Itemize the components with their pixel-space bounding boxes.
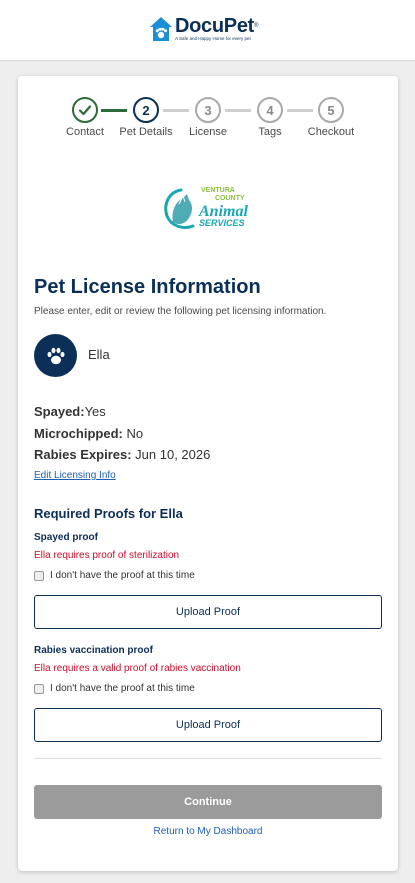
- step-connector: [225, 109, 251, 112]
- checkmark-icon: [78, 105, 92, 116]
- spayed-proof-requirement: Ella requires proof of sterilization: [34, 550, 180, 561]
- step-checkout-circle: 5: [318, 97, 344, 123]
- step-connector: [101, 109, 127, 112]
- step-contact-circle[interactable]: [72, 97, 98, 123]
- house-paw-icon: [150, 17, 172, 41]
- step-label-pet-details: Pet Details: [119, 126, 173, 138]
- ventura-county-animal-services-logo: VENTURA COUNTY Animal SERVICES: [164, 187, 248, 230]
- step-connector: [163, 109, 189, 112]
- step-license-circle: 3: [195, 97, 221, 123]
- agency-logo: VENTURA COUNTY Animal SERVICES: [159, 182, 259, 234]
- progress-stepper: 2 3 4 5 Contact Pet Details License Tags…: [18, 76, 398, 146]
- spayed-no-proof-label: I don't have the proof at this time: [50, 570, 195, 581]
- brand-name: DocuPet®: [175, 15, 259, 37]
- step-label-checkout: Checkout: [307, 126, 355, 138]
- step-label-tags: Tags: [258, 126, 282, 138]
- step-label-contact: Contact: [66, 126, 104, 138]
- microchipped-label: Microchipped:: [34, 426, 123, 441]
- spayed-upload-proof-button[interactable]: Upload Proof: [34, 595, 382, 629]
- pet-name: Ella: [88, 347, 110, 362]
- pet-avatar: [34, 334, 77, 377]
- return-to-dashboard-link[interactable]: Return to My Dashboard: [18, 826, 398, 837]
- rabies-no-proof-checkbox[interactable]: [34, 683, 44, 694]
- microchipped-value: No: [126, 426, 144, 441]
- step-connector: [287, 109, 313, 112]
- svg-text:COUNTY: COUNTY: [215, 195, 245, 202]
- rabies-value: Jun 10, 2026: [135, 447, 211, 462]
- docupet-logo[interactable]: DocuPet® A Safe and Happy Home for every…: [149, 16, 258, 46]
- rabies-upload-proof-button[interactable]: Upload Proof: [34, 708, 382, 742]
- spayed-value: Yes: [84, 404, 106, 419]
- spayed-no-proof-row[interactable]: I don't have the proof at this time: [34, 570, 195, 581]
- page-title: Pet License Information: [34, 276, 261, 298]
- rabies-proof-title: Rabies vaccination proof: [34, 645, 153, 656]
- required-proofs-heading: Required Proofs for Ella: [34, 506, 183, 521]
- spayed-proof-title: Spayed proof: [34, 532, 98, 543]
- spayed-label: Spayed:: [34, 404, 85, 419]
- step-pet-details-circle[interactable]: 2: [133, 97, 159, 123]
- continue-button[interactable]: Continue: [34, 785, 382, 819]
- header-bar: DocuPet® A Safe and Happy Home for every…: [0, 0, 415, 61]
- rabies-row: Rabies Expires: Jun 10, 2026: [34, 447, 210, 462]
- rabies-no-proof-label: I don't have the proof at this time: [50, 683, 195, 694]
- spayed-no-proof-checkbox[interactable]: [34, 570, 44, 581]
- paw-icon: [47, 347, 64, 364]
- edit-licensing-info-link[interactable]: Edit Licensing Info: [34, 470, 116, 481]
- rabies-proof-requirement: Ella requires a valid proof of rabies va…: [34, 663, 241, 674]
- spayed-row: Spayed:Yes: [34, 404, 106, 419]
- rabies-no-proof-row[interactable]: I don't have the proof at this time: [34, 683, 195, 694]
- svg-text:SERVICES: SERVICES: [199, 218, 245, 228]
- license-card: 2 3 4 5 Contact Pet Details License Tags…: [18, 76, 398, 871]
- brand-tagline: A Safe and Happy Home for every pet: [175, 36, 251, 41]
- step-tags-circle: 4: [257, 97, 283, 123]
- page-subtitle: Please enter, edit or review the followi…: [34, 306, 327, 317]
- divider: [34, 758, 382, 759]
- svg-text:VENTURA: VENTURA: [201, 187, 235, 194]
- microchipped-row: Microchipped: No: [34, 426, 143, 441]
- step-label-license: License: [189, 126, 227, 138]
- rabies-label: Rabies Expires:: [34, 447, 132, 462]
